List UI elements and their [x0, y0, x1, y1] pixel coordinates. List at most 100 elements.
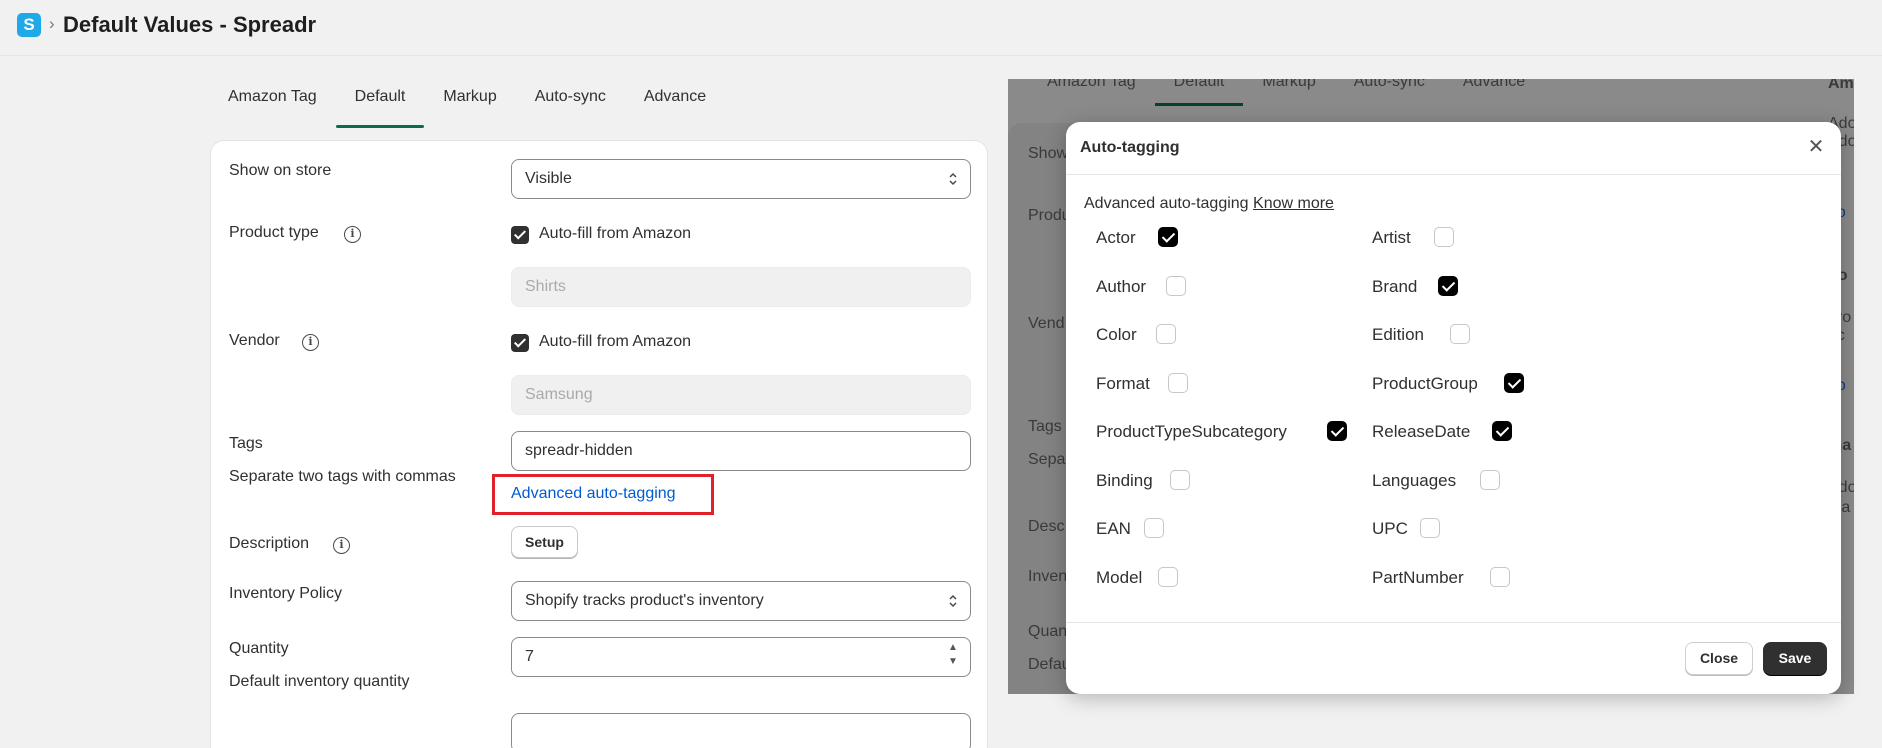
modal-footer-divider — [1066, 622, 1841, 623]
auto-tag-option-label: ProductGroup — [1372, 373, 1478, 393]
settings-tabs: Amazon Tag Default Markup Auto-sync Adva… — [209, 82, 725, 128]
select-chevron-icon — [949, 172, 957, 186]
quantity-input[interactable]: 7 ▲ ▼ — [511, 637, 971, 677]
page-title: Default Values - Spreadr — [63, 12, 317, 37]
auto-tag-option-checkbox[interactable] — [1480, 469, 1500, 490]
info-icon[interactable]: i — [302, 334, 319, 351]
auto-tag-option-label: ReleaseDate — [1372, 422, 1471, 441]
backdrop-label: Sepa — [1028, 451, 1066, 468]
tab-default[interactable]: Default — [335, 82, 425, 128]
auto-tag-option-label: Actor — [1096, 228, 1136, 247]
description-setup-button[interactable]: Setup — [511, 526, 578, 558]
tags-input[interactable]: spreadr-hidden — [511, 431, 971, 471]
product-type-input[interactable]: Shirts — [511, 267, 971, 307]
auto-tag-option-label: Brand — [1372, 276, 1418, 296]
backdrop-label: Inven — [1028, 568, 1068, 585]
auto-tag-option-label: UPC — [1372, 519, 1408, 538]
backdrop-label: Produ — [1028, 207, 1071, 224]
modal-intro: Advanced auto-tagging Know more — [1084, 195, 1334, 213]
advanced-auto-tagging-link[interactable]: Advanced auto-tagging — [511, 485, 676, 503]
product-type-label: Product type — [229, 224, 319, 241]
vendor-label: Vendor — [229, 332, 280, 349]
auto-tag-option-checkbox[interactable] — [1168, 372, 1188, 393]
backdrop-label: Tags — [1028, 418, 1062, 435]
backdrop-side-text: Am — [1828, 79, 1854, 92]
backdrop-tab-default: Default — [1154, 79, 1244, 113]
auto-tag-option-label: ProductTypeSubcategory — [1096, 422, 1287, 441]
show-on-store-label: Show on store — [229, 162, 332, 179]
show-on-store-value: Visible — [525, 170, 572, 187]
info-icon[interactable]: i — [333, 537, 350, 554]
info-icon[interactable]: i — [344, 226, 361, 243]
next-field-input[interactable] — [511, 713, 971, 748]
tab-markup[interactable]: Markup — [424, 82, 515, 128]
auto-tag-option-checkbox[interactable] — [1434, 227, 1454, 247]
backdrop-tab-amazon-tag: Amazon Tag — [1047, 79, 1136, 90]
auto-tag-option-label: Edition — [1372, 325, 1424, 344]
vendor-input[interactable]: Samsung — [511, 375, 971, 415]
know-more-link[interactable]: Know more — [1253, 195, 1334, 212]
breadcrumb-chevron-icon: › — [49, 14, 55, 33]
auto-tag-option-checkbox[interactable] — [1170, 469, 1190, 490]
top-bar: S › Default Values - Spreadr — [0, 0, 1882, 56]
tab-advance[interactable]: Advance — [625, 82, 725, 128]
auto-tag-option-label: Binding — [1096, 470, 1153, 490]
auto-tag-option-checkbox[interactable] — [1156, 324, 1176, 344]
close-icon[interactable]: ✕ — [1805, 136, 1827, 158]
auto-tag-option-label: Color — [1096, 325, 1137, 344]
auto-tag-option-label: Languages — [1372, 470, 1457, 490]
backdrop-tab-advance: Advance — [1462, 79, 1526, 90]
quantity-label: Quantity — [229, 640, 289, 657]
auto-tagging-modal: Auto-tagging ✕ Advanced auto-tagging Kno… — [1066, 122, 1841, 694]
modal-intro-text: Advanced auto-tagging — [1084, 195, 1249, 212]
backdrop-label: Desc — [1028, 518, 1065, 535]
tab-amazon-tag[interactable]: Amazon Tag — [209, 82, 336, 128]
backdrop-label: Defau — [1028, 656, 1071, 673]
backdrop-label: Vend — [1028, 315, 1065, 332]
auto-tag-option-label: EAN — [1096, 519, 1131, 538]
vendor-autofill-label: Auto-fill from Amazon — [539, 333, 692, 350]
quantity-help-text: Default inventory quantity — [229, 673, 410, 690]
auto-tag-option-checkbox[interactable] — [1490, 566, 1510, 587]
save-button[interactable]: Save — [1763, 642, 1827, 675]
auto-tag-option-checkbox[interactable] — [1438, 275, 1458, 296]
tab-auto-sync[interactable]: Auto-sync — [516, 82, 625, 128]
description-label: Description — [229, 535, 310, 552]
close-button[interactable]: Close — [1685, 642, 1753, 675]
auto-tag-option-checkbox[interactable] — [1144, 518, 1164, 538]
backdrop-tabs: Amazon Tag Default Markup Auto-sync Adva… — [1028, 79, 1544, 113]
auto-tag-option-checkbox[interactable] — [1327, 421, 1347, 441]
modal-title: Auto-tagging — [1080, 139, 1180, 156]
backdrop-label: Show — [1028, 145, 1069, 162]
inventory-policy-value: Shopify tracks product's inventory — [525, 592, 764, 609]
backdrop-label: Quan — [1028, 623, 1068, 640]
backdrop-tab-auto-sync: Auto-sync — [1353, 79, 1425, 90]
auto-tag-option-label: PartNumber — [1372, 567, 1464, 587]
vendor-autofill-checkbox[interactable] — [511, 334, 529, 352]
tags-label: Tags — [229, 435, 263, 452]
backdrop-tab-markup: Markup — [1262, 79, 1316, 90]
default-values-card: Show on store Visible Product type i Aut… — [210, 140, 988, 748]
inventory-policy-label: Inventory Policy — [229, 585, 342, 602]
quantity-value: 7 — [525, 648, 534, 665]
modal-header-divider — [1066, 174, 1841, 175]
auto-tag-option-label: Format — [1096, 373, 1150, 393]
select-chevron-icon — [949, 594, 957, 608]
auto-tag-option-checkbox[interactable] — [1158, 566, 1178, 587]
auto-tag-option-checkbox[interactable] — [1492, 421, 1512, 441]
auto-tag-option-label: Author — [1096, 276, 1147, 296]
auto-tag-option-checkbox[interactable] — [1166, 275, 1186, 296]
auto-tag-option-checkbox[interactable] — [1504, 372, 1524, 393]
inventory-policy-select[interactable]: Shopify tracks product's inventory — [511, 581, 971, 621]
quantity-stepper-icon[interactable]: ▲ ▼ — [944, 641, 962, 673]
auto-tag-option-checkbox[interactable] — [1450, 324, 1470, 344]
show-on-store-select[interactable]: Visible — [511, 159, 971, 199]
spreadr-logo-icon[interactable]: S — [17, 13, 41, 37]
product-type-autofill-checkbox[interactable] — [511, 226, 529, 244]
product-type-autofill-label: Auto-fill from Amazon — [539, 225, 692, 242]
auto-tag-option-checkbox[interactable] — [1420, 518, 1440, 538]
tags-help-text: Separate two tags with commas — [229, 468, 456, 485]
auto-tag-option-checkbox[interactable] — [1158, 227, 1178, 247]
auto-tag-option-label: Model — [1096, 567, 1143, 587]
auto-tag-option-label: Artist — [1372, 228, 1411, 247]
